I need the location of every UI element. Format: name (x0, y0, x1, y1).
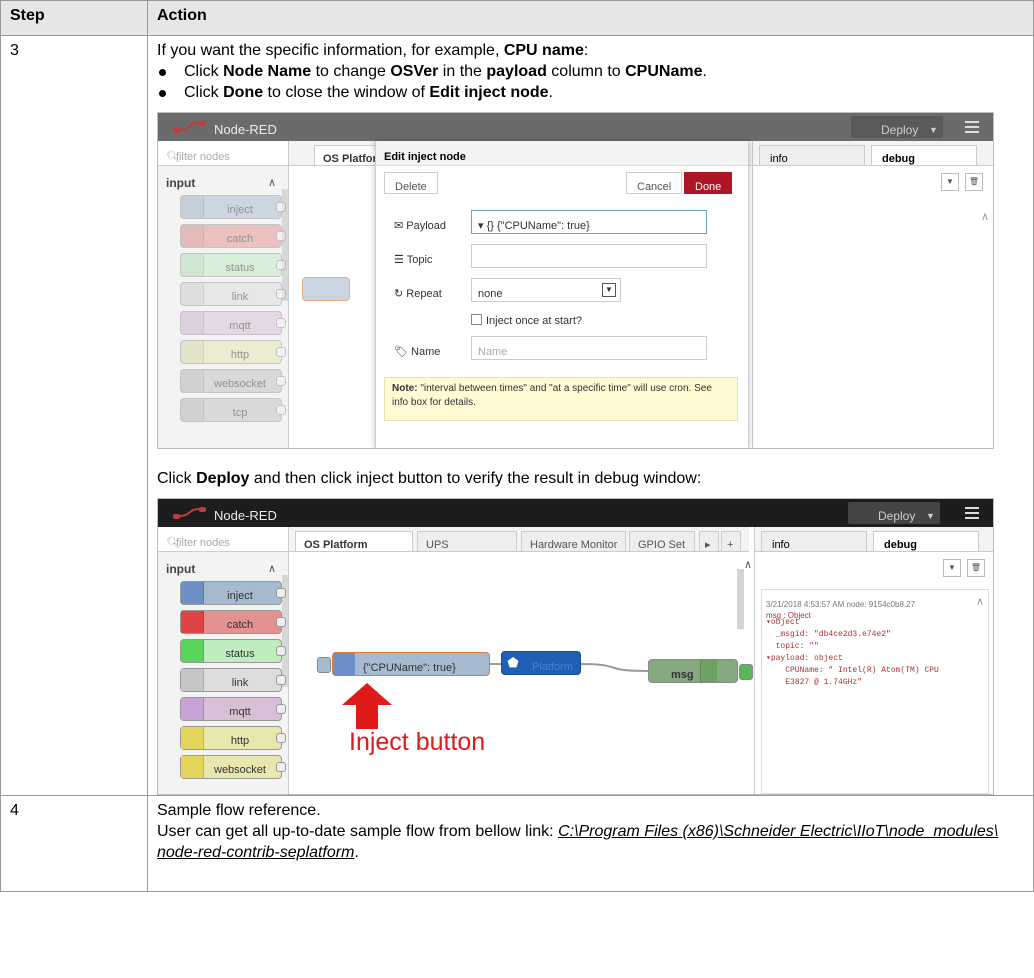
debug-payload: ▾object _msgid: "db4ce2d3.e74e2" topic: … (766, 618, 939, 687)
palette-node-inject[interactable]: inject (180, 195, 286, 219)
inject-button-annotation: Inject button (349, 728, 486, 756)
table-row: 3 If you want the specific information, … (0, 35, 1034, 796)
inject-button-icon[interactable] (317, 657, 331, 673)
filter-icon[interactable]: ▼ (943, 559, 961, 577)
palette-node-tcp[interactable]: tcp (180, 398, 286, 422)
payload-label: ✉ Payload (394, 220, 447, 232)
tab-debug[interactable]: debug (873, 531, 979, 551)
action-cell: If you want the specific information, fo… (147, 35, 1034, 796)
chevron-down-icon: ▼ (602, 283, 616, 297)
sidebar: info debug ▼ 🗑︎ 3/21/2018 4:53:57 AM nod… (754, 527, 993, 794)
header-action: Action (147, 0, 1034, 36)
done-button[interactable]: Done (684, 172, 733, 194)
app-title: Node-RED (214, 122, 277, 137)
node-palette: 🔍︎ filter nodes input ∧ inject catch stat… (158, 141, 289, 448)
sample-flow-title: Sample flow reference. (157, 802, 321, 819)
nodered-logo-icon (173, 121, 206, 133)
trash-icon[interactable]: 🗑︎ (965, 173, 983, 191)
inject-icon (333, 653, 355, 675)
cancel-button[interactable]: Cancel (626, 172, 683, 194)
chevron-up-icon: ∧ (268, 177, 277, 189)
step-number: 4 (0, 795, 148, 892)
inject-once-checkbox[interactable]: Inject once at start? (471, 311, 582, 332)
trash-icon[interactable]: 🗑︎ (967, 559, 985, 577)
palette-node-http[interactable]: http (180, 340, 286, 364)
category-input[interactable]: input (166, 173, 195, 194)
note-box: Note: "interval between times" and "at a… (384, 377, 738, 421)
tab-info[interactable]: info (759, 145, 865, 165)
name-field[interactable]: Name (471, 336, 707, 360)
list-icon: ☰ (394, 254, 404, 266)
header-bar: Node-RED Deploy ▼ (158, 113, 993, 141)
chevron-up-icon: ∧ (975, 596, 984, 608)
name-label: 🏷︎ Name (394, 346, 441, 358)
tab-debug[interactable]: debug (871, 145, 977, 165)
list-icon (700, 660, 717, 682)
platform-node[interactable]: ⬟ Platform (501, 651, 581, 675)
bullet-list: Click Node Name to change OSVer in the p… (157, 61, 1024, 103)
chevron-down-icon: ▾ (478, 220, 484, 232)
platform-icon: ⬟ (507, 655, 519, 670)
palette-node-link[interactable]: link (180, 282, 286, 306)
topic-field[interactable] (471, 244, 707, 268)
repeat-select[interactable]: none ▼ (471, 278, 621, 302)
header-row: Step Action (0, 0, 1034, 36)
tray-title: Edit inject node (376, 141, 748, 166)
palette-node-mqtt[interactable]: mqtt (180, 311, 286, 335)
envelope-icon: ✉ (394, 220, 404, 232)
debug-node[interactable]: msg (648, 659, 753, 683)
delete-button[interactable]: Delete (384, 172, 438, 194)
edit-tray: Edit inject node Delete Cancel Done ✉ Pa… (375, 141, 749, 448)
nodered-debug-screenshot: Node-RED Deploy ▼ 🔍︎ filter nodes input ∧ … (157, 498, 994, 795)
sidebar: info debug ▼ 🗑︎ ∧ (752, 141, 993, 448)
deploy-button[interactable]: Deploy ▼ (851, 116, 943, 138)
intro-line: If you want the specific information, fo… (157, 42, 589, 59)
inject-node[interactable]: {"CPUName": true} (317, 652, 490, 676)
filter-icon[interactable]: ▼ (941, 173, 959, 191)
header-step: Step (0, 0, 148, 36)
action-cell: Sample flow reference. User can get all … (147, 795, 1034, 892)
step-number: 3 (0, 35, 148, 796)
tab-info[interactable]: info (761, 531, 867, 551)
toggle-icon[interactable] (739, 664, 753, 680)
tag-icon: 🏷︎ (394, 346, 408, 358)
list-item: Click Done to close the window of Edit i… (157, 82, 1024, 103)
sample-flow-text: User can get all up-to-date sample flow … (157, 823, 999, 861)
chevron-down-icon: ▼ (929, 125, 938, 135)
topic-label: ☰ Topic (394, 254, 433, 266)
repeat-label: ↻ Repeat (394, 288, 442, 300)
inject-node-label: {"CPUName": true} (363, 662, 456, 674)
palette-node-status[interactable]: status (180, 253, 286, 277)
palette-node-catch[interactable]: catch (180, 224, 286, 248)
inject-node[interactable] (302, 277, 350, 301)
chevron-up-icon: ∧ (980, 211, 989, 223)
deploy-instruction: Click Deploy and then click inject butto… (157, 470, 702, 487)
filter-input[interactable]: 🔍︎ filter nodes (158, 141, 288, 166)
repeat-icon: ↻ (394, 288, 404, 300)
palette-node-websocket[interactable]: websocket (180, 369, 286, 393)
steps-table: Step Action 3 If you want the specific i… (0, 0, 1034, 892)
menu-icon[interactable] (965, 121, 979, 136)
payload-field[interactable]: ▾ {} {"CPUName": true} (471, 210, 707, 234)
red-arrow-icon (342, 683, 392, 729)
nodered-edit-screenshot: Node-RED Deploy ▼ 🔍︎ filter nodes input ∧ … (157, 112, 994, 449)
list-item: Click Node Name to change OSVer in the p… (157, 61, 1024, 82)
debug-message: 3/21/2018 4:53:57 AM node: 9154c0b8.27 m… (761, 589, 989, 794)
table-row: 4 Sample flow reference. User can get al… (0, 795, 1034, 892)
